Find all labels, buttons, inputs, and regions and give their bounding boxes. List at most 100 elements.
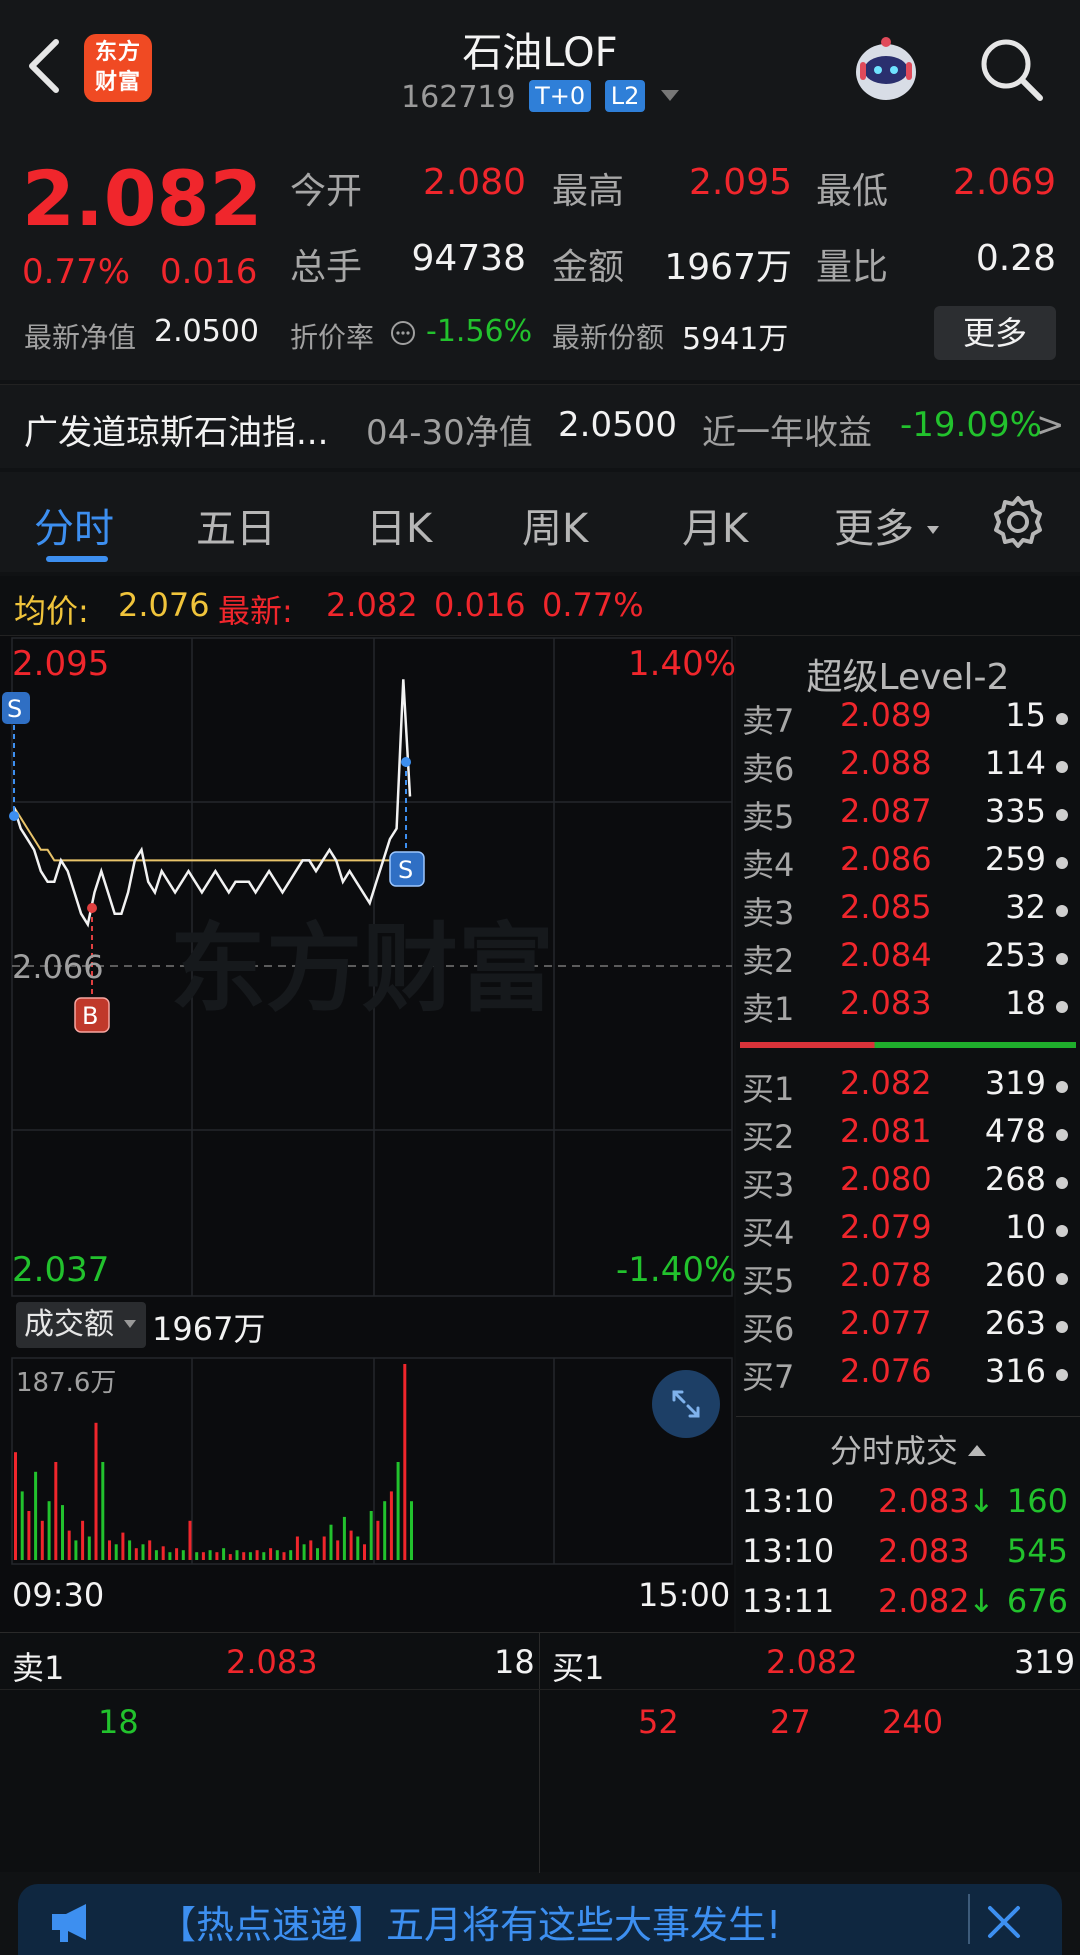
volume-bar (396, 1462, 400, 1560)
open-value: 2.080 (422, 162, 526, 203)
tick-price: 2.083 (878, 1482, 970, 1520)
volume-bar (410, 1501, 413, 1560)
tab-weekly-k[interactable]: 周K (522, 496, 588, 554)
stock-code-line[interactable]: 162719 T+0 L2 (340, 80, 740, 115)
gear-icon[interactable] (988, 492, 1048, 552)
tab-intraday[interactable]: 分时 (34, 496, 114, 554)
news-headline[interactable]: 【热点速递】五月将有这些大事发生! (158, 1894, 781, 1949)
ask-row[interactable]: 卖6 2.088 114 (736, 744, 1080, 792)
volume-bar (47, 1501, 51, 1560)
high-label: 最高 (552, 171, 625, 212)
fund-info-bar[interactable]: 广发道琼斯石油指... 04-30净值 2.0500 近一年收益 -19.09%… (0, 384, 1080, 468)
volume-bar (14, 1452, 17, 1560)
bid-dot-icon (1056, 1225, 1068, 1237)
ask-dot-icon (1056, 953, 1068, 965)
chart-top-price: 2.095 (12, 644, 110, 684)
ask-row[interactable]: 卖7 2.089 15 (736, 696, 1080, 744)
ticks-title[interactable]: 分时成交 (736, 1426, 1080, 1472)
chevron-down-icon (660, 90, 679, 101)
tab-more[interactable]: 更多 (834, 496, 939, 554)
nav-value: 2.0500 (154, 314, 259, 349)
bid-row[interactable]: 买1 2.082 319 (736, 1064, 1080, 1112)
ratio-value: 0.28 (975, 238, 1056, 279)
news-banner[interactable]: 【热点速递】五月将有这些大事发生! (18, 1884, 1062, 1955)
ask-row[interactable]: 卖1 2.083 18 (736, 984, 1080, 1032)
buy1-volume: 319 (1014, 1643, 1076, 1681)
volume-bar (322, 1536, 326, 1560)
bid-row[interactable]: 买5 2.078 260 (736, 1256, 1080, 1304)
ask-price: 2.083 (840, 984, 932, 1022)
close-icon[interactable] (978, 1896, 1030, 1948)
ask-volume: 335 (984, 792, 1046, 830)
ask-dot-icon (1056, 809, 1068, 821)
volume-bar (175, 1548, 179, 1560)
tick-direction-icon: ↓ (968, 1582, 995, 1620)
order-book-title[interactable]: 超级Level-2 (736, 648, 1080, 700)
bid-dot-icon (1056, 1177, 1068, 1189)
bid-volume: 319 (984, 1064, 1046, 1102)
ask-row[interactable]: 卖5 2.087 335 (736, 792, 1080, 840)
volume-bar (363, 1544, 366, 1560)
tick-time: 13:11 (742, 1582, 835, 1620)
active-tab-indicator (46, 556, 108, 562)
volume-bar (181, 1550, 185, 1560)
amount-label: 金额 (552, 247, 625, 288)
robot-assistant-icon[interactable] (846, 30, 926, 110)
bid-volume: 10 (1005, 1208, 1046, 1246)
bid-row[interactable]: 买3 2.080 268 (736, 1160, 1080, 1208)
intraday-chart[interactable]: 东方财富 S S B 2.095 1.40% 2.066 2.037 -1.40… (0, 636, 736, 1632)
dropdown-triangle-icon (926, 526, 939, 534)
bid-row[interactable]: 买4 2.079 10 (736, 1208, 1080, 1256)
ask-level-label: 卖5 (742, 798, 795, 836)
volume-bar (356, 1536, 360, 1560)
ask-row[interactable]: 卖3 2.085 32 (736, 888, 1080, 936)
bid-row[interactable]: 买2 2.081 478 (736, 1112, 1080, 1160)
ticks-title-label: 分时成交 (829, 1432, 958, 1470)
tab-five-day[interactable]: 五日 (196, 496, 276, 554)
bid-volume: 316 (984, 1352, 1046, 1390)
bid-volume: 268 (984, 1160, 1046, 1198)
ask-row[interactable]: 卖2 2.084 253 (736, 936, 1080, 984)
brand-logo[interactable]: 东方 财富 (84, 34, 152, 102)
ask-bid-ratio-bar (740, 1042, 1076, 1048)
info-icon[interactable] (390, 320, 416, 346)
expand-icon[interactable] (652, 1370, 720, 1438)
sell1-label: 卖1 (12, 1649, 65, 1687)
bid-dot-icon (1056, 1129, 1068, 1141)
ask-row[interactable]: 卖4 2.086 259 (736, 840, 1080, 888)
tab-daily-k[interactable]: 日K (366, 496, 432, 554)
search-icon[interactable] (976, 34, 1046, 104)
bid-row[interactable]: 买6 2.077 263 (736, 1304, 1080, 1352)
volume-selector[interactable]: 成交额 (16, 1302, 146, 1348)
ask-volume: 114 (984, 744, 1046, 782)
shares-value: 5941万 (682, 322, 789, 357)
ask-level-label: 卖7 (742, 702, 795, 740)
back-arrow-icon[interactable] (18, 34, 74, 98)
volume-bar (148, 1540, 152, 1560)
volume-bar (336, 1540, 340, 1560)
volume-max-label: 187.6万 (16, 1368, 117, 1398)
tab-monthly-k[interactable]: 月K (682, 496, 748, 554)
marker-s-1-text: S (7, 695, 22, 723)
volume-bar (403, 1364, 407, 1560)
ask-price: 2.088 (840, 744, 932, 782)
bid-level-label: 买4 (742, 1214, 795, 1252)
stock-title[interactable]: 石油LOF (340, 20, 740, 78)
average-price-line (13, 806, 410, 862)
volume-bar (154, 1550, 158, 1560)
volume-bar (201, 1552, 205, 1560)
volume-bar (61, 1505, 64, 1560)
ask-price: 2.087 (840, 792, 932, 830)
bid-price: 2.081 (840, 1112, 932, 1150)
fund-nav-value: 2.0500 (558, 405, 677, 445)
intraday-chart-svg[interactable]: 东方财富 S S B (0, 636, 734, 1632)
close-separator (968, 1894, 970, 1944)
more-button[interactable]: 更多 (934, 306, 1056, 360)
l2-tag: L2 (604, 80, 646, 112)
volume-bar (255, 1550, 259, 1560)
ask-price: 2.086 (840, 840, 932, 878)
fund-name: 广发道琼斯石油指... (24, 413, 329, 453)
bid-row[interactable]: 买7 2.076 316 (736, 1352, 1080, 1400)
yearly-return-label: 近一年收益 (702, 413, 872, 453)
latest-label: 最新: (218, 592, 293, 630)
